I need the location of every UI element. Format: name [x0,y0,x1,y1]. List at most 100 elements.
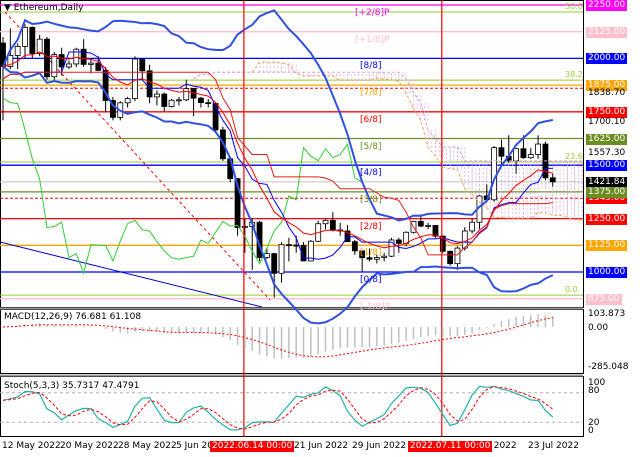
candle-body [513,148,519,162]
murray-level-label: [+1/8]P [355,34,390,45]
candle-body [520,148,527,159]
candle-body [146,70,153,98]
stoch-axis-80: 80 [588,386,600,396]
fibo-level-label: 38.2 [565,70,583,80]
candle-body [161,93,168,107]
date-tick: 28 May 2022 [118,441,177,451]
date-tick: 29 Jun 2022 [352,441,407,451]
candle [132,56,138,102]
candle [549,173,556,187]
candle-body [395,239,402,244]
stoch-label: Stoch(5,3,3) 35.7317 47.4791 [4,381,140,391]
crosshair-date-marker-1: 2022.06.14 00:00 [210,441,295,452]
candle-body [454,247,461,265]
candle-body [73,48,80,65]
candle [146,64,153,104]
candle [454,246,461,270]
candle-body [205,102,212,105]
candle-body [198,97,204,104]
candle [168,98,175,108]
candle-body [80,48,87,65]
fibo-level-label: 0.0 [565,285,578,295]
murray-level-label: [8/8] [360,61,382,72]
price-axis-label: 1000.00 [586,267,628,278]
candle [351,239,358,255]
macd-axis-max: 103.873 [588,309,626,319]
candle [447,250,454,266]
main-plot [0,4,583,308]
murray-level-label: [4/8] [360,168,382,179]
candle-body [271,253,278,274]
bollinger-upper [2,9,553,222]
candle [337,222,344,236]
bollinger-lower [2,65,554,325]
symbol-label: Ethereum,Daily [13,3,84,13]
candle-body [22,27,28,47]
candle-body [549,177,556,183]
candle-body [425,225,432,227]
price-axis-label: 875.00 [586,293,622,305]
candle [271,252,278,298]
price-axis-label: 2000.00 [586,53,628,65]
candle-body [168,99,175,107]
murray-level-label: [1/8] [360,248,382,259]
price-axis-label: 2250.00 [586,0,628,11]
candle [44,37,50,80]
price-axis-label: 1700.10 [588,117,626,128]
candle [527,148,534,159]
candle [322,218,329,230]
candle [491,145,498,202]
triangle-down-icon[interactable]: ▼ [4,3,11,13]
candle-body [293,244,300,247]
candle-body [461,230,468,249]
macd-label: MACD(12,26,9) 76.681 61.108 [4,312,142,322]
price-axis-label: 1557.30 [588,147,626,158]
candle-body [132,58,138,99]
price-axis-label: 1250.00 [586,213,628,225]
candle-body [403,231,410,244]
price-axis-label: 1125.00 [586,240,628,252]
murray-level-label: [0/8] [360,275,382,285]
candle-body [66,63,72,68]
candle-body [432,225,439,237]
candle [154,90,160,106]
candle-body [29,27,36,54]
candle-body [176,99,182,102]
murray-level-label: [+2/8]P [355,8,390,18]
candle [381,252,388,262]
date-tick: 12 May 2022 [2,441,61,451]
candle [212,103,219,134]
candle-body [183,88,190,101]
fibo-level-label: 23.6 [565,151,583,161]
trading-chart-window[interactable]: ▼ Ethereum,Daily MACD(12,26,9) 76.681 61… [0,0,640,457]
chart-title: ▼ Ethereum,Daily [4,3,83,14]
murray-level-label: [-1/8]P [360,301,391,312]
candle-body [58,54,65,68]
date-tick: 20 May 2022 [60,441,119,451]
price-axis-label: 1625.00 [586,133,628,145]
candle-body [95,62,102,71]
candle-body [263,253,270,258]
candle-body [14,46,21,56]
candle-body [154,93,160,98]
macd-axis-min: -285.048 [588,362,629,372]
candle-body [381,255,388,258]
candle-body [88,62,94,65]
candle [315,220,322,243]
macd-axis-zero: 0.00 [588,323,609,333]
candle [14,43,21,70]
candle [205,98,212,108]
candle-body [417,220,424,227]
candle-body [535,143,541,155]
candle-body [44,38,50,78]
trendline [0,241,263,308]
candle-body [124,98,131,104]
candle [425,222,432,230]
fibo-level-label: 50.0 [565,2,583,12]
price-axis-label: 1375.00 [586,186,628,198]
candle-body [498,147,505,157]
candle-body [329,219,336,231]
candle-body [241,226,248,228]
murray-level-label: [2/8] [360,221,382,232]
candle [22,24,28,59]
